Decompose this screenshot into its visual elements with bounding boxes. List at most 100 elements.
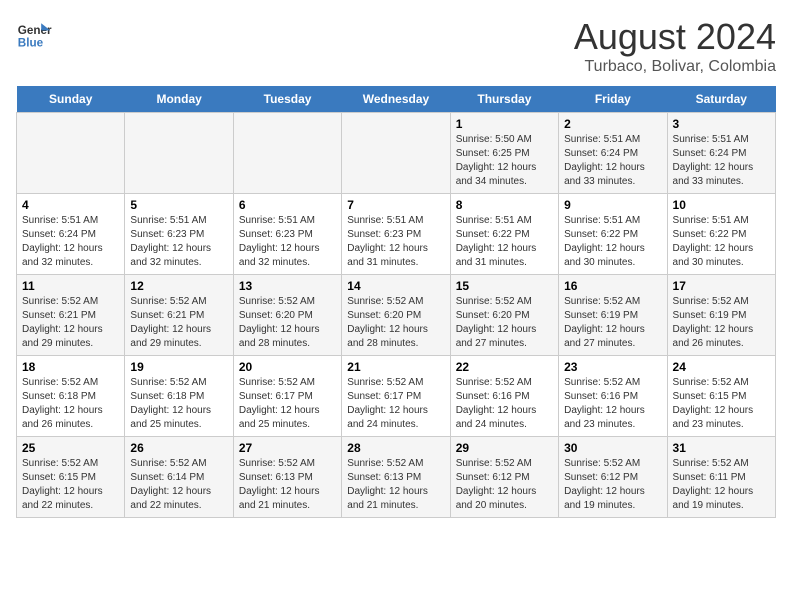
day-number: 23: [564, 360, 661, 374]
day-info: Sunrise: 5:52 AM Sunset: 6:18 PM Dayligh…: [22, 376, 119, 432]
weekday-header-wednesday: Wednesday: [342, 86, 450, 113]
day-info: Sunrise: 5:52 AM Sunset: 6:13 PM Dayligh…: [347, 457, 444, 513]
svg-text:Blue: Blue: [18, 37, 44, 50]
day-info: Sunrise: 5:52 AM Sunset: 6:11 PM Dayligh…: [673, 457, 770, 513]
weekday-header-tuesday: Tuesday: [233, 86, 341, 113]
day-number: 14: [347, 279, 444, 293]
weekday-header-sunday: Sunday: [17, 86, 125, 113]
calendar-table: SundayMondayTuesdayWednesdayThursdayFrid…: [16, 86, 776, 518]
day-number: 19: [130, 360, 227, 374]
day-info: Sunrise: 5:52 AM Sunset: 6:21 PM Dayligh…: [22, 295, 119, 351]
day-number: 3: [673, 117, 770, 131]
week-row-5: 25 Sunrise: 5:52 AM Sunset: 6:15 PM Dayli…: [17, 437, 776, 518]
day-info: Sunrise: 5:52 AM Sunset: 6:15 PM Dayligh…: [22, 457, 119, 513]
week-row-2: 4 Sunrise: 5:51 AM Sunset: 6:24 PM Daylig…: [17, 194, 776, 275]
calendar-cell: 17Sunrise: 5:52 AM Sunset: 6:19 PM Dayli…: [667, 275, 775, 356]
calendar-cell: 3 Sunrise: 5:51 AM Sunset: 6:24 PM Daylig…: [667, 113, 775, 194]
day-info: Sunrise: 5:51 AM Sunset: 6:24 PM Dayligh…: [673, 133, 770, 189]
calendar-cell: 8Sunrise: 5:51 AM Sunset: 6:22 PM Daylig…: [450, 194, 558, 275]
location-subtitle: Turbaco, Bolivar, Colombia: [574, 58, 776, 76]
day-number: 17: [673, 279, 770, 293]
calendar-cell: 28 Sunrise: 5:52 AM Sunset: 6:13 PM Dayli…: [342, 437, 450, 518]
day-info: Sunrise: 5:52 AM Sunset: 6:17 PM Dayligh…: [239, 376, 336, 432]
day-info: Sunrise: 5:52 AM Sunset: 6:12 PM Dayligh…: [456, 457, 553, 513]
day-number: 26: [130, 441, 227, 455]
day-number: 27: [239, 441, 336, 455]
week-row-1: 1Sunrise: 5:50 AM Sunset: 6:25 PM Daylig…: [17, 113, 776, 194]
month-title: August 2024: [574, 16, 776, 58]
calendar-cell: 2 Sunrise: 5:51 AM Sunset: 6:24 PM Daylig…: [559, 113, 667, 194]
calendar-cell: 14 Sunrise: 5:52 AM Sunset: 6:20 PM Dayli…: [342, 275, 450, 356]
day-info: Sunrise: 5:52 AM Sunset: 6:18 PM Dayligh…: [130, 376, 227, 432]
day-info: Sunrise: 5:50 AM Sunset: 6:25 PM Dayligh…: [456, 133, 553, 189]
svg-text:General: General: [18, 24, 52, 37]
day-number: 25: [22, 441, 119, 455]
day-number: 4: [22, 198, 119, 212]
day-number: 31: [673, 441, 770, 455]
calendar-cell: [342, 113, 450, 194]
day-number: 18: [22, 360, 119, 374]
weekday-header-monday: Monday: [125, 86, 233, 113]
week-row-4: 18 Sunrise: 5:52 AM Sunset: 6:18 PM Dayli…: [17, 356, 776, 437]
day-info: Sunrise: 5:52 AM Sunset: 6:20 PM Dayligh…: [347, 295, 444, 351]
calendar-cell: 6Sunrise: 5:51 AM Sunset: 6:23 PM Daylig…: [233, 194, 341, 275]
day-number: 8: [456, 198, 553, 212]
calendar-cell: 10 Sunrise: 5:51 AM Sunset: 6:22 PM Dayli…: [667, 194, 775, 275]
day-info: Sunrise: 5:51 AM Sunset: 6:24 PM Dayligh…: [22, 214, 119, 270]
day-number: 20: [239, 360, 336, 374]
calendar-cell: [125, 113, 233, 194]
day-number: 11: [22, 279, 119, 293]
day-info: Sunrise: 5:52 AM Sunset: 6:13 PM Dayligh…: [239, 457, 336, 513]
calendar-body: 1Sunrise: 5:50 AM Sunset: 6:25 PM Daylig…: [17, 113, 776, 518]
day-info: Sunrise: 5:51 AM Sunset: 6:24 PM Dayligh…: [564, 133, 661, 189]
calendar-cell: 23Sunrise: 5:52 AM Sunset: 6:16 PM Dayli…: [559, 356, 667, 437]
calendar-cell: 22 Sunrise: 5:52 AM Sunset: 6:16 PM Dayli…: [450, 356, 558, 437]
day-info: Sunrise: 5:52 AM Sunset: 6:15 PM Dayligh…: [673, 376, 770, 432]
day-number: 5: [130, 198, 227, 212]
logo: General Blue: [16, 16, 56, 52]
calendar-cell: 16 Sunrise: 5:52 AM Sunset: 6:19 PM Dayli…: [559, 275, 667, 356]
day-number: 16: [564, 279, 661, 293]
calendar-cell: [233, 113, 341, 194]
weekday-header-thursday: Thursday: [450, 86, 558, 113]
day-number: 10: [673, 198, 770, 212]
calendar-cell: 15 Sunrise: 5:52 AM Sunset: 6:20 PM Dayli…: [450, 275, 558, 356]
day-info: Sunrise: 5:52 AM Sunset: 6:20 PM Dayligh…: [239, 295, 336, 351]
day-info: Sunrise: 5:52 AM Sunset: 6:19 PM Dayligh…: [564, 295, 661, 351]
calendar-cell: 21Sunrise: 5:52 AM Sunset: 6:17 PM Dayli…: [342, 356, 450, 437]
page-header: General Blue August 2024 Turbaco, Boliva…: [16, 16, 776, 76]
day-info: Sunrise: 5:52 AM Sunset: 6:12 PM Dayligh…: [564, 457, 661, 513]
calendar-cell: [17, 113, 125, 194]
weekday-header-friday: Friday: [559, 86, 667, 113]
day-number: 2: [564, 117, 661, 131]
calendar-cell: 27 Sunrise: 5:52 AM Sunset: 6:13 PM Dayli…: [233, 437, 341, 518]
day-info: Sunrise: 5:52 AM Sunset: 6:17 PM Dayligh…: [347, 376, 444, 432]
day-info: Sunrise: 5:51 AM Sunset: 6:22 PM Dayligh…: [673, 214, 770, 270]
day-info: Sunrise: 5:51 AM Sunset: 6:23 PM Dayligh…: [130, 214, 227, 270]
calendar-cell: 11 Sunrise: 5:52 AM Sunset: 6:21 PM Dayli…: [17, 275, 125, 356]
calendar-cell: 25 Sunrise: 5:52 AM Sunset: 6:15 PM Dayli…: [17, 437, 125, 518]
day-number: 30: [564, 441, 661, 455]
week-row-3: 11 Sunrise: 5:52 AM Sunset: 6:21 PM Dayli…: [17, 275, 776, 356]
day-info: Sunrise: 5:52 AM Sunset: 6:20 PM Dayligh…: [456, 295, 553, 351]
calendar-cell: 4 Sunrise: 5:51 AM Sunset: 6:24 PM Daylig…: [17, 194, 125, 275]
day-info: Sunrise: 5:52 AM Sunset: 6:16 PM Dayligh…: [456, 376, 553, 432]
title-block: August 2024 Turbaco, Bolivar, Colombia: [574, 16, 776, 76]
day-info: Sunrise: 5:52 AM Sunset: 6:21 PM Dayligh…: [130, 295, 227, 351]
calendar-cell: 24 Sunrise: 5:52 AM Sunset: 6:15 PM Dayli…: [667, 356, 775, 437]
calendar-cell: 26Sunrise: 5:52 AM Sunset: 6:14 PM Dayli…: [125, 437, 233, 518]
logo-icon: General Blue: [16, 16, 52, 52]
calendar-cell: 5 Sunrise: 5:51 AM Sunset: 6:23 PM Daylig…: [125, 194, 233, 275]
day-number: 15: [456, 279, 553, 293]
day-number: 12: [130, 279, 227, 293]
day-number: 28: [347, 441, 444, 455]
calendar-cell: 1Sunrise: 5:50 AM Sunset: 6:25 PM Daylig…: [450, 113, 558, 194]
calendar-cell: 18 Sunrise: 5:52 AM Sunset: 6:18 PM Dayli…: [17, 356, 125, 437]
day-number: 6: [239, 198, 336, 212]
calendar-cell: 7Sunrise: 5:51 AM Sunset: 6:23 PM Daylig…: [342, 194, 450, 275]
calendar-cell: 30 Sunrise: 5:52 AM Sunset: 6:12 PM Dayli…: [559, 437, 667, 518]
day-number: 24: [673, 360, 770, 374]
day-number: 9: [564, 198, 661, 212]
day-number: 22: [456, 360, 553, 374]
weekday-header-row: SundayMondayTuesdayWednesdayThursdayFrid…: [17, 86, 776, 113]
